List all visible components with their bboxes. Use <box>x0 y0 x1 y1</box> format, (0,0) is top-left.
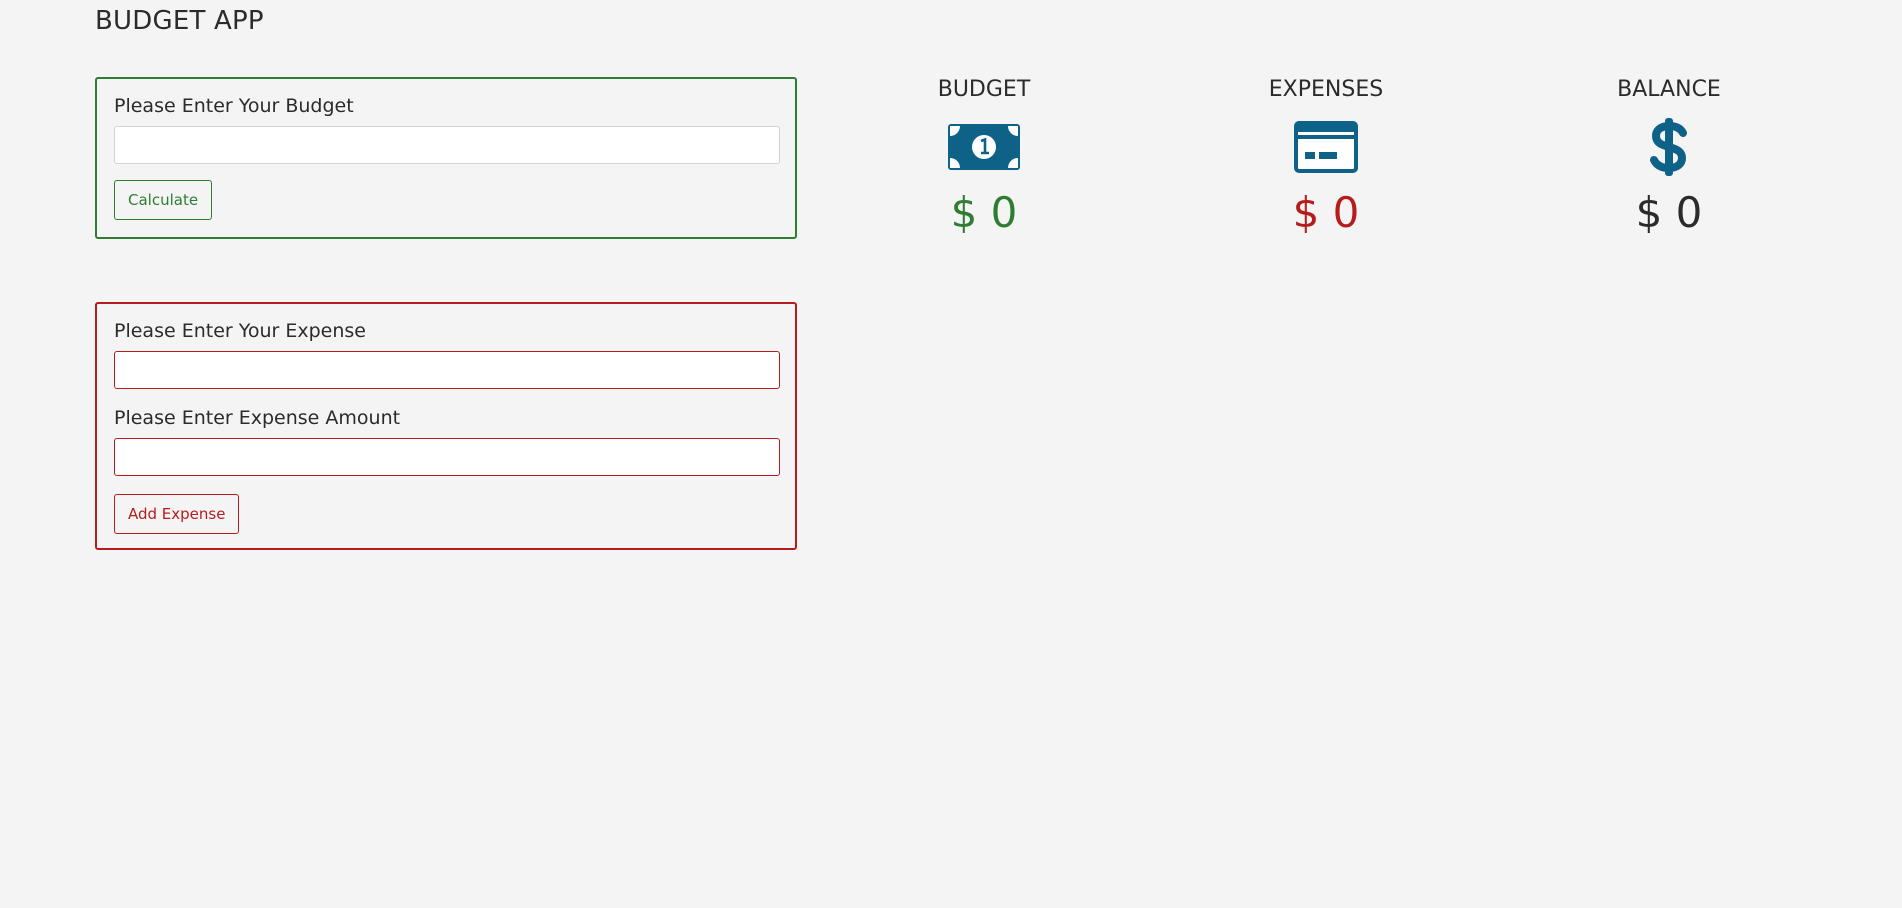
balance-value: 0 <box>1675 188 1703 237</box>
balance-summary-title: BALANCE <box>1617 77 1721 102</box>
expense-amount-label: Please Enter Expense Amount <box>114 407 401 429</box>
budget-summary-title: BUDGET <box>937 77 1031 102</box>
budget-summary: BUDGET $ 0 <box>874 76 1094 236</box>
expenses-currency: $ <box>1292 188 1320 237</box>
budget-input[interactable] <box>114 126 780 164</box>
budget-input-label: Please Enter Your Budget <box>114 95 354 117</box>
balance-summary: BALANCE $ 0 <box>1559 76 1779 236</box>
expense-input[interactable] <box>114 351 780 389</box>
budget-currency: $ <box>950 188 978 237</box>
expenses-summary-title: EXPENSES <box>1268 77 1384 102</box>
expense-form: Please Enter Your Expense Please Enter E… <box>95 302 797 550</box>
expenses-value: 0 <box>1332 188 1360 237</box>
budget-amount: $ 0 <box>874 190 1094 236</box>
expense-amount-input[interactable] <box>114 438 780 476</box>
balance-currency: $ <box>1635 188 1663 237</box>
money-bill-icon <box>874 118 1094 176</box>
expenses-summary: EXPENSES $ 0 <box>1216 76 1436 236</box>
add-expense-button[interactable]: Add Expense <box>114 494 240 534</box>
expenses-amount: $ 0 <box>1216 190 1436 236</box>
budget-form: Please Enter Your Budget Calculate <box>95 77 797 239</box>
app-title: BUDGET APP <box>95 6 264 36</box>
dollar-sign-icon <box>1559 118 1779 176</box>
expense-input-label: Please Enter Your Expense <box>114 320 366 342</box>
calculate-button[interactable]: Calculate <box>114 180 213 220</box>
balance-amount: $ 0 <box>1559 190 1779 236</box>
budget-value: 0 <box>990 188 1018 237</box>
credit-card-icon <box>1216 118 1436 176</box>
